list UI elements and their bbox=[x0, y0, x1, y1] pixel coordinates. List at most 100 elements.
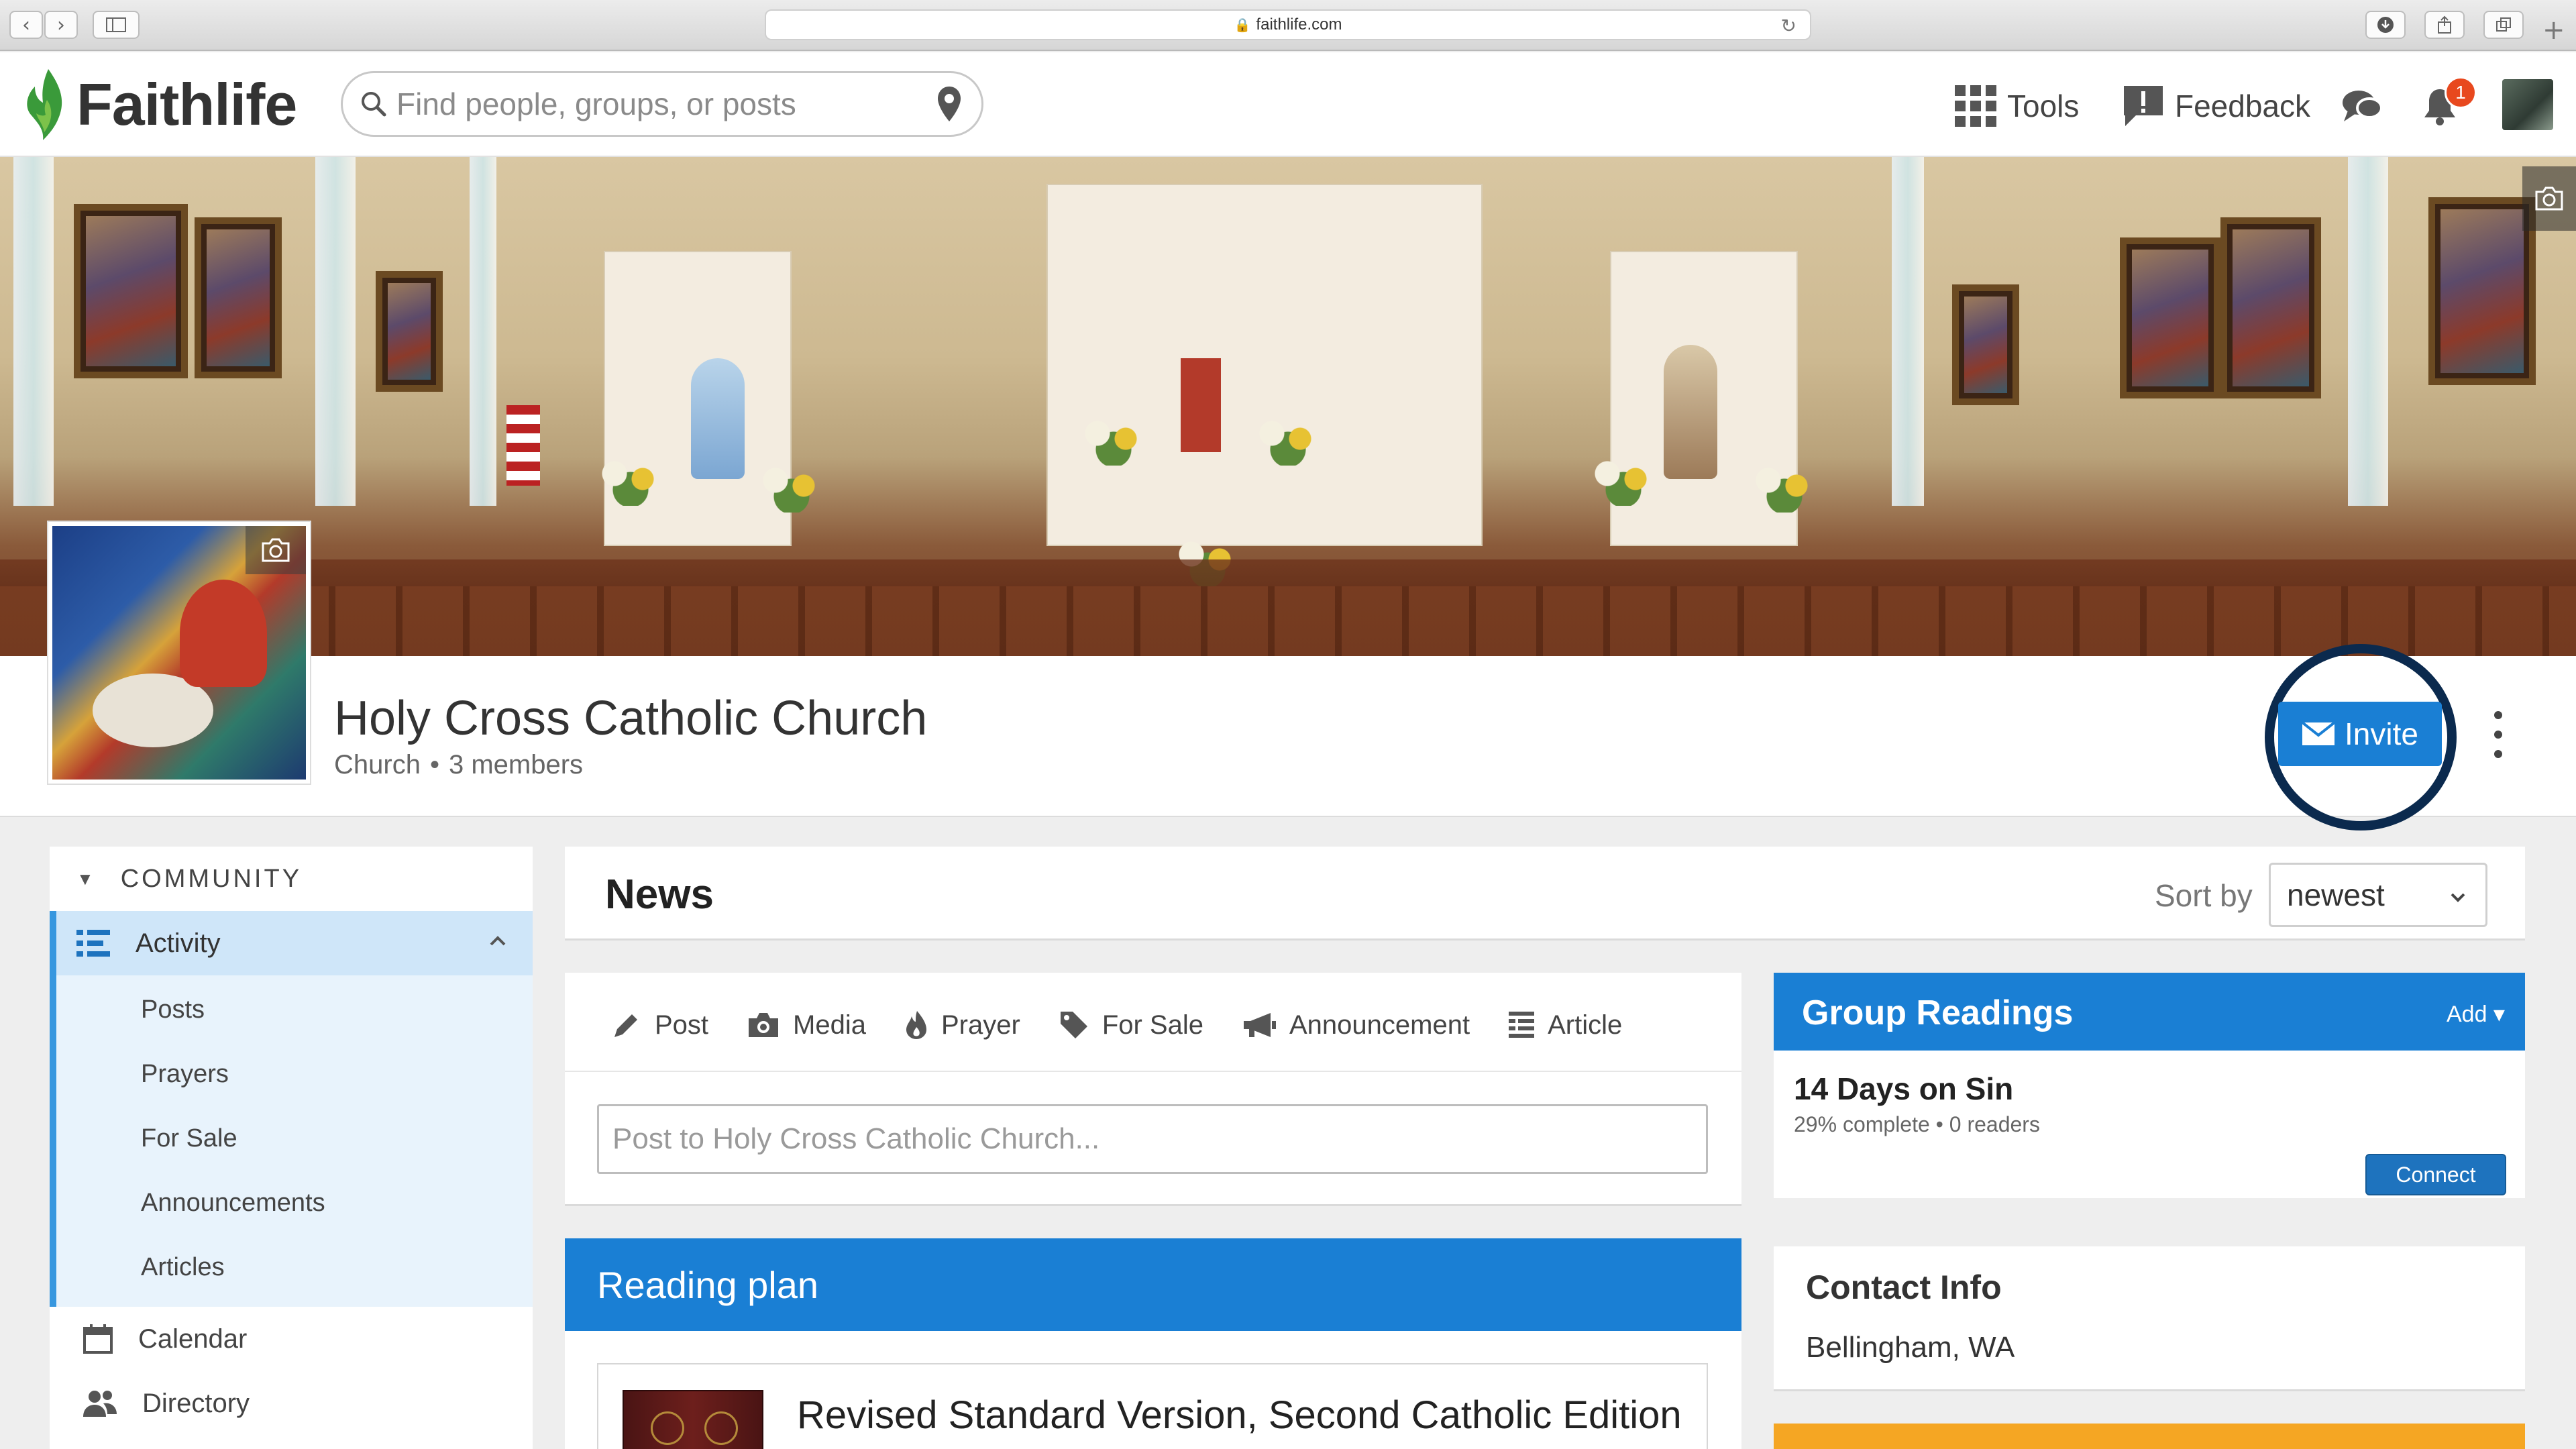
directory-label: Directory bbox=[142, 1388, 250, 1418]
main-altar bbox=[1046, 184, 1483, 546]
address-bar[interactable]: 🔒 faithlife.com ↻ bbox=[765, 9, 1811, 40]
chevron-up-icon bbox=[490, 936, 506, 946]
left-sidebar: ▼ COMMUNITY Activity Posts Prayers For S… bbox=[50, 847, 533, 1449]
reading-plan-name[interactable]: 14 Days on Sin bbox=[1794, 1071, 2013, 1107]
painting bbox=[2120, 237, 2220, 398]
sidebar-item-posts[interactable]: Posts bbox=[141, 996, 205, 1024]
change-avatar-button[interactable] bbox=[246, 526, 306, 574]
back-button[interactable]: ‹ bbox=[9, 11, 43, 39]
messages-button[interactable] bbox=[2341, 79, 2394, 133]
painting bbox=[2428, 197, 2536, 385]
search-box[interactable] bbox=[341, 71, 983, 137]
group-type: Church bbox=[334, 750, 421, 780]
reading-plan-body: Revised Standard Version, Second Catholi… bbox=[565, 1331, 1741, 1449]
camera-icon bbox=[262, 538, 290, 562]
painting bbox=[2220, 217, 2321, 398]
community-section-header[interactable]: ▼ COMMUNITY bbox=[50, 847, 533, 911]
contact-location: Bellingham, WA bbox=[1806, 1331, 2015, 1364]
search-input[interactable] bbox=[396, 86, 906, 122]
calendar-label: Calendar bbox=[138, 1324, 248, 1354]
group-readings-card: Group Readings Add ▾ 14 Days on Sin 29% … bbox=[1774, 973, 2525, 1198]
tabernacle bbox=[1181, 358, 1221, 452]
chevron-down-icon bbox=[2451, 893, 2465, 902]
sidebar-item-calendar[interactable]: Calendar bbox=[50, 1307, 533, 1371]
group-meta: Church • 3 members bbox=[334, 750, 584, 780]
sort-label: Sort by bbox=[2155, 878, 2253, 913]
app-header: Faithlife Tools Feedback 1 bbox=[0, 52, 2576, 157]
reading-plan-card[interactable]: Revised Standard Version, Second Catholi… bbox=[597, 1363, 1708, 1449]
share-icon bbox=[2438, 15, 2451, 34]
user-avatar[interactable] bbox=[2502, 79, 2553, 130]
faithlife-logo[interactable]: Faithlife bbox=[23, 63, 297, 146]
envelope-icon bbox=[2302, 722, 2336, 745]
reload-icon[interactable]: ↻ bbox=[1781, 15, 1796, 37]
painting bbox=[376, 271, 443, 392]
invite-label: Invite bbox=[2345, 716, 2418, 751]
url-text: faithlife.com bbox=[1256, 15, 1342, 34]
flowers bbox=[1744, 459, 1825, 513]
contact-info-card: Contact Info Bellingham, WA bbox=[1774, 1246, 2525, 1391]
location-pin-icon[interactable] bbox=[936, 85, 963, 124]
post-type-media[interactable]: Media bbox=[747, 1010, 866, 1040]
painting bbox=[195, 217, 282, 378]
sidebar-item-activity[interactable]: Activity bbox=[56, 911, 533, 975]
sidebar-item-articles[interactable]: Articles bbox=[141, 1253, 225, 1282]
painting bbox=[1952, 284, 2019, 405]
feedback-icon bbox=[2124, 86, 2163, 126]
sort-value: newest bbox=[2287, 877, 2385, 912]
collapse-triangle-icon: ▼ bbox=[76, 868, 97, 889]
member-count[interactable]: 3 members bbox=[449, 750, 583, 780]
chat-icon bbox=[2343, 91, 2383, 121]
tools-label: Tools bbox=[2007, 89, 2080, 123]
flowers bbox=[1073, 412, 1154, 466]
sidebar-item-for-sale[interactable]: For Sale bbox=[141, 1124, 237, 1153]
tag-icon bbox=[1060, 1012, 1087, 1038]
tabs-icon bbox=[2496, 17, 2511, 32]
group-avatar[interactable] bbox=[48, 522, 310, 784]
group-readings-header: Group Readings Add ▾ bbox=[1774, 973, 2525, 1051]
notification-badge: 1 bbox=[2445, 76, 2477, 109]
post-type-for-sale[interactable]: For Sale bbox=[1059, 1010, 1203, 1040]
composer-divider bbox=[565, 1071, 1741, 1072]
new-tab-button[interactable]: + bbox=[2542, 15, 2565, 46]
sidebar-item-prayers[interactable]: Prayers bbox=[141, 1060, 229, 1089]
statue-mary bbox=[691, 358, 745, 479]
sidebar-item-announcements[interactable]: Announcements bbox=[141, 1189, 325, 1218]
more-options-button[interactable] bbox=[2485, 711, 2512, 758]
add-reading-button[interactable]: Add ▾ bbox=[2447, 1001, 2505, 1028]
painting bbox=[74, 204, 188, 378]
stained-window bbox=[2348, 157, 2388, 506]
megaphone-icon bbox=[1243, 1013, 1276, 1037]
flowers bbox=[751, 459, 832, 513]
tools-button[interactable]: Tools bbox=[1955, 79, 2079, 133]
post-input[interactable] bbox=[597, 1104, 1708, 1174]
invite-button[interactable]: Invite bbox=[2278, 702, 2442, 766]
downloads-button[interactable] bbox=[2365, 11, 2406, 39]
tabs-overview-button[interactable] bbox=[2483, 11, 2524, 39]
post-type-post[interactable]: Post bbox=[612, 1010, 708, 1040]
book-title[interactable]: Revised Standard Version, Second Catholi… bbox=[797, 1393, 1682, 1438]
share-button[interactable] bbox=[2424, 11, 2465, 39]
camera-icon bbox=[2535, 186, 2563, 211]
forward-button[interactable]: › bbox=[44, 11, 78, 39]
grid-icon bbox=[1955, 85, 1996, 127]
calendar-icon bbox=[83, 1324, 113, 1354]
sidebar-item-directory[interactable]: Directory bbox=[50, 1371, 533, 1436]
connect-button[interactable]: Connect bbox=[2365, 1154, 2506, 1195]
stained-window bbox=[470, 157, 496, 506]
post-type-article[interactable]: Article bbox=[1509, 1010, 1622, 1040]
post-type-prayer[interactable]: Prayer bbox=[905, 1010, 1020, 1040]
reading-progress: 29% complete • 0 readers bbox=[1794, 1112, 2040, 1136]
feedback-button[interactable]: Feedback bbox=[2123, 79, 2310, 133]
post-type-bar: Post Media Prayer For Sale Announcement … bbox=[612, 1005, 1661, 1045]
flowers bbox=[590, 452, 671, 506]
post-composer: Post Media Prayer For Sale Announcement … bbox=[565, 973, 1741, 1206]
sort-select[interactable]: newest bbox=[2269, 863, 2487, 927]
lock-icon: 🔒 bbox=[1234, 17, 1251, 33]
group-readings-title: Group Readings bbox=[1802, 994, 2074, 1032]
sidebar-toggle-button[interactable] bbox=[93, 11, 140, 39]
pencil-icon bbox=[614, 1014, 637, 1037]
reading-plan-header: Reading plan bbox=[565, 1238, 1741, 1331]
change-cover-button[interactable] bbox=[2522, 166, 2576, 231]
post-type-announcement[interactable]: Announcement bbox=[1242, 1010, 1470, 1040]
